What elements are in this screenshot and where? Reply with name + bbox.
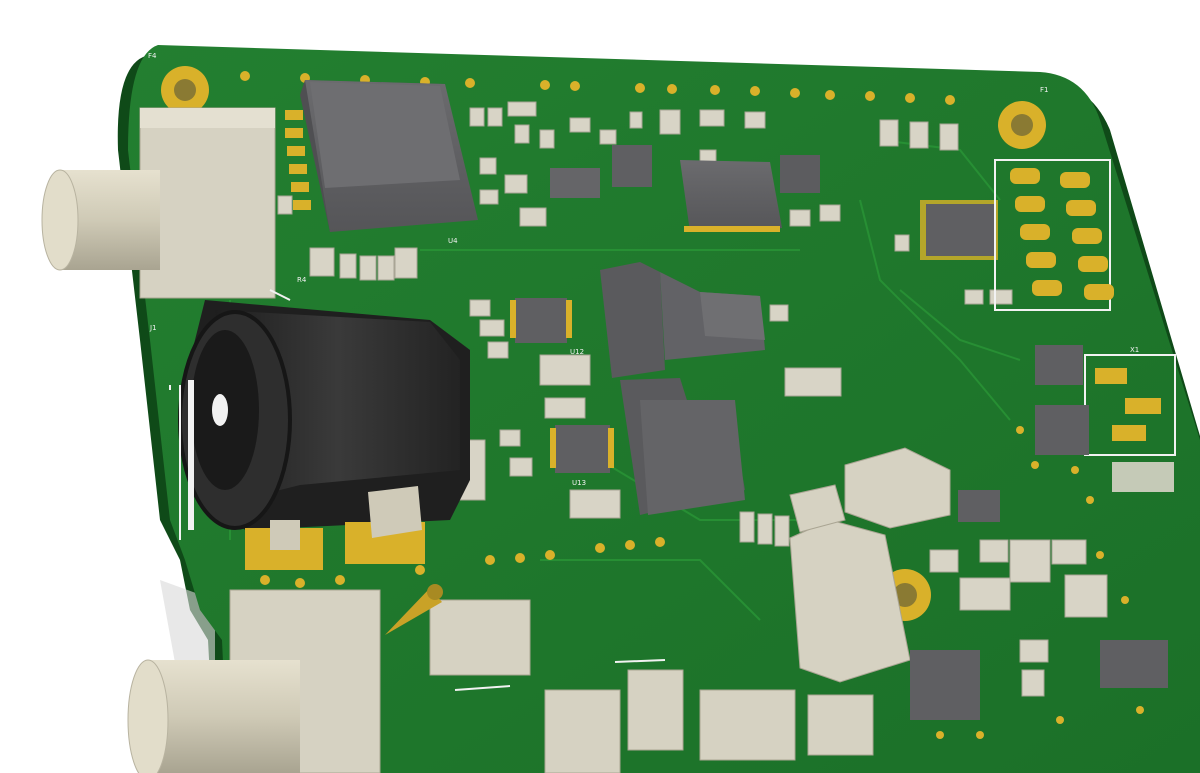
pcb-3d-render: F4 F1 R4 U4 X1 U12 U13 J1: [0, 0, 1200, 773]
ic-qfn-top-right: [920, 200, 998, 260]
fiducial-label-f1: F1: [1040, 86, 1048, 94]
ic-middle-top: [680, 160, 782, 232]
fiducial-label-f4: F4: [148, 52, 157, 60]
ref-x1: X1: [1130, 346, 1139, 354]
mounting-hole-top-right: [998, 101, 1046, 149]
sma-connector-bottom: [127, 589, 381, 773]
mounting-hole-top-left: [161, 66, 209, 114]
ic-u12: [510, 298, 572, 343]
pcb-illustration: F4 F1 R4 U4 X1 U12 U13 J1: [41, 45, 1200, 773]
ref-r4: R4: [297, 276, 307, 284]
sma-connector-top: [41, 107, 276, 299]
polarity-dot: [427, 584, 443, 600]
ic-u13: [550, 425, 614, 473]
dc-power-jack: [178, 300, 470, 530]
ref-u13: U13: [572, 479, 586, 487]
ref-j1: J1: [149, 324, 157, 332]
ref-u4: U4: [448, 237, 458, 245]
